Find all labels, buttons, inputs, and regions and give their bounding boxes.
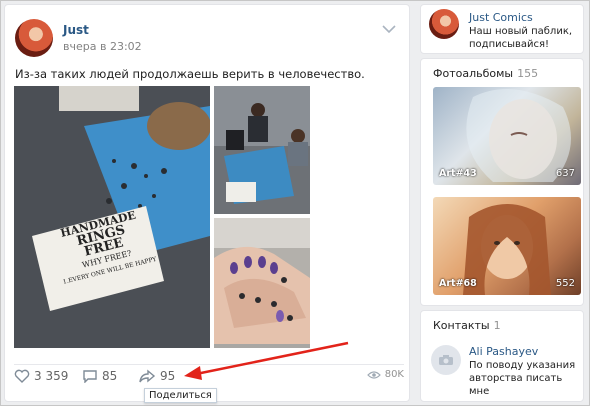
photo-albums-block: Фотоальбомы 155 Art#43 637 Art#68 552 — [420, 58, 584, 306]
post-text: Из-за таких людей продолжаешь верить в ч… — [15, 67, 365, 81]
post-photo-top-right[interactable] — [214, 86, 310, 214]
album-name: Art#43 — [439, 168, 477, 179]
albums-title: Фотоальбомы — [433, 67, 514, 80]
group-name[interactable]: Just Comics — [469, 11, 533, 24]
author-avatar[interactable] — [15, 19, 53, 57]
group-status: Наш новый паблик, подписывайся! — [469, 26, 573, 50]
albums-header[interactable]: Фотоальбомы 155 — [433, 67, 538, 80]
contact-avatar[interactable] — [431, 345, 461, 375]
share-count: 95 — [160, 369, 176, 383]
share-tooltip: Поделиться — [144, 388, 217, 403]
like-count: 3 359 — [34, 369, 69, 383]
group-card[interactable]: Just Comics Наш новый паблик, подписывай… — [420, 4, 584, 54]
album-art68[interactable]: Art#68 552 — [433, 197, 581, 295]
post-author[interactable]: Just — [63, 23, 89, 37]
post-actions-bar: 3 359 85 95 80K — [14, 364, 404, 384]
contact-name[interactable]: Ali Pashayev — [469, 345, 538, 358]
album-photo-count: 637 — [555, 168, 575, 179]
chevron-down-icon[interactable] — [381, 23, 397, 35]
comment-icon — [83, 370, 97, 383]
album-name: Art#68 — [439, 278, 477, 289]
share-button[interactable]: 95 — [138, 369, 175, 383]
albums-count: 155 — [517, 67, 539, 80]
group-avatar[interactable] — [429, 9, 459, 39]
contacts-title: Контакты — [433, 319, 490, 332]
views-counter: 80K — [366, 369, 404, 380]
contacts-block: Контакты 1 Ali Pashayev По поводу указани… — [420, 310, 584, 402]
comment-button[interactable]: 85 — [82, 369, 117, 383]
album-photo-count: 552 — [555, 278, 575, 289]
heart-icon — [14, 369, 30, 383]
contacts-header[interactable]: Контакты 1 — [433, 319, 501, 332]
album-art43[interactable]: Art#43 637 — [433, 87, 581, 185]
share-arrow-icon — [139, 369, 156, 383]
like-button[interactable]: 3 359 — [14, 369, 68, 383]
contacts-count: 1 — [493, 319, 501, 332]
contact-description: По поводу указания авторства писать мне — [469, 360, 576, 397]
post-photo-bottom-right[interactable] — [214, 218, 310, 348]
camera-icon — [439, 355, 453, 365]
eye-icon — [366, 370, 381, 379]
post-photo-main[interactable]: HANDMADE RINGS FREE WHY FREE? 1.EVERY ON… — [14, 86, 210, 348]
comment-count: 85 — [102, 369, 118, 383]
views-count: 80K — [384, 369, 404, 380]
post-time[interactable]: вчера в 23:02 — [63, 40, 142, 53]
